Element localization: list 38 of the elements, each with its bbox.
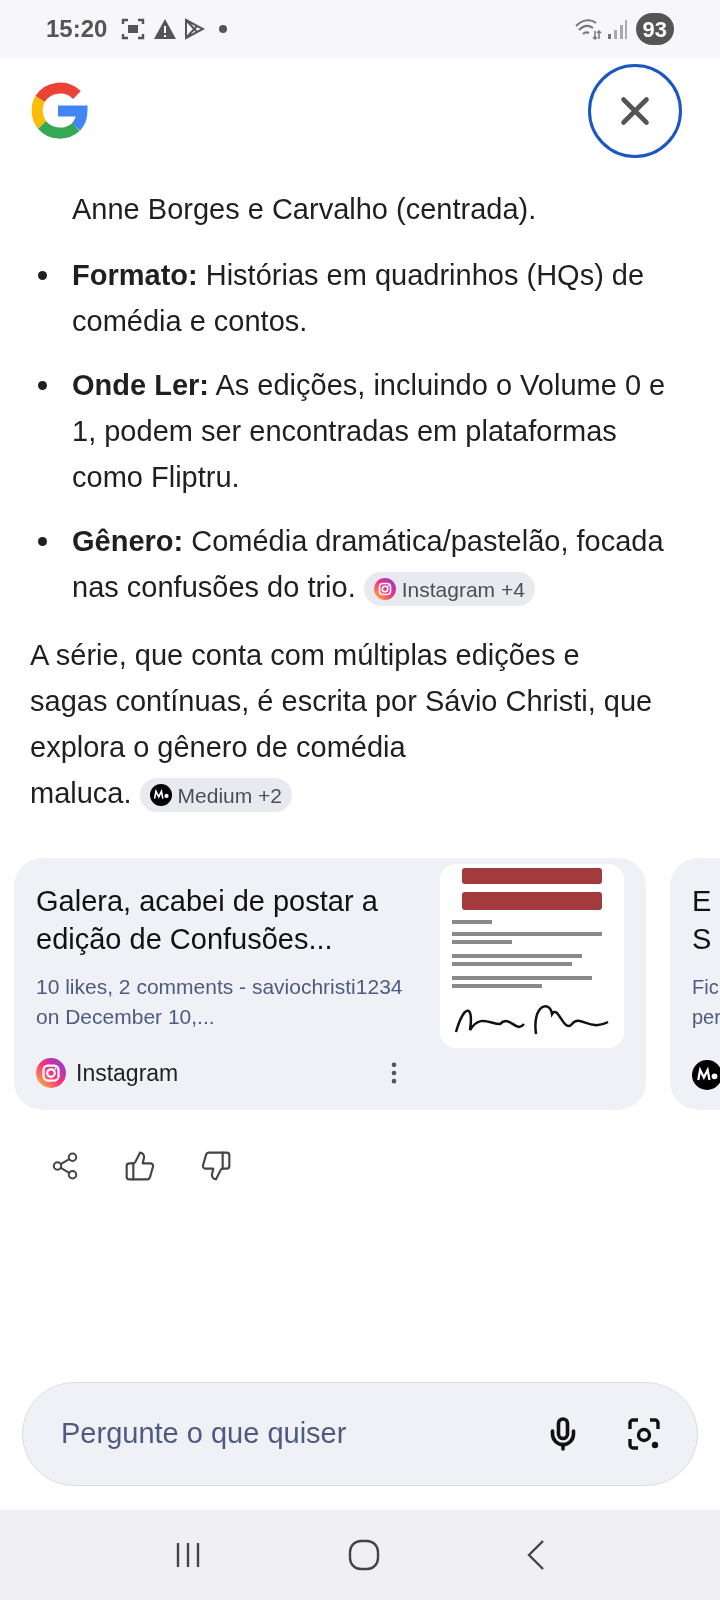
thumbs-up-icon[interactable] (124, 1150, 156, 1182)
source-chip[interactable]: Instagram +4 (363, 572, 535, 607)
card-title: Galera, acabei de postar a edição de Confusões... (36, 884, 379, 957)
medium-icon (149, 784, 172, 807)
screenshot-icon (121, 18, 146, 40)
answer-text: Anne Borges e Carvalho (centrada). (71, 192, 538, 227)
prompt-field[interactable]: Pergunte o que quiser (61, 1412, 545, 1456)
signal-icon (605, 18, 628, 40)
warning-icon (153, 18, 178, 40)
result-card[interactable]: E S Fic per (670, 858, 720, 1110)
home-icon[interactable] (348, 1539, 380, 1571)
card-title: S (692, 922, 713, 957)
card-meta: 10 likes, 2 comments - saviochristi1234 on December 10,... (36, 974, 404, 1030)
play-icon (183, 18, 206, 40)
instagram-icon (36, 1057, 66, 1088)
clock: 15:20 (46, 14, 108, 44)
card-meta: Fic (692, 975, 720, 1000)
bullet-icon (38, 537, 47, 546)
card-meta: per (692, 1005, 720, 1030)
prompt-input[interactable]: Pergunte o que quiser (22, 1382, 698, 1486)
battery-level: 93 (635, 13, 674, 45)
paragraph-text: maluca. (30, 777, 132, 809)
source-chip[interactable]: Medium +2 (139, 778, 293, 813)
bullet-text: Formato: Histórias em quadrinhos (HQs) de comédia e contos. (72, 258, 646, 339)
thumbs-down-icon[interactable] (200, 1150, 232, 1182)
instagram-icon (373, 578, 396, 601)
close-button[interactable] (588, 64, 682, 158)
wifi-icon (573, 17, 602, 41)
lens-icon[interactable] (627, 1417, 661, 1451)
bullet-icon (38, 381, 47, 390)
result-card[interactable]: Galera, acabei de postar a edição de Confusões... 10 likes, 2 comments - saviochristi1234 on December 10,... Instagram (14, 858, 646, 1110)
card-title: E (692, 884, 713, 919)
share-icon[interactable] (50, 1151, 80, 1181)
bullet-icon (38, 271, 47, 280)
bullet-text: Onde Ler: As edições, incluindo o Volume 0 e 1, podem ser encontradas em plataformas como Fliptru. (72, 368, 667, 495)
medium-icon (692, 1060, 720, 1090)
card-source: Instagram (76, 1058, 179, 1088)
bullet-text: Gênero: Comédia dramática/pastelão, focada nas confusões do trio. Instagram +4 (72, 518, 690, 610)
